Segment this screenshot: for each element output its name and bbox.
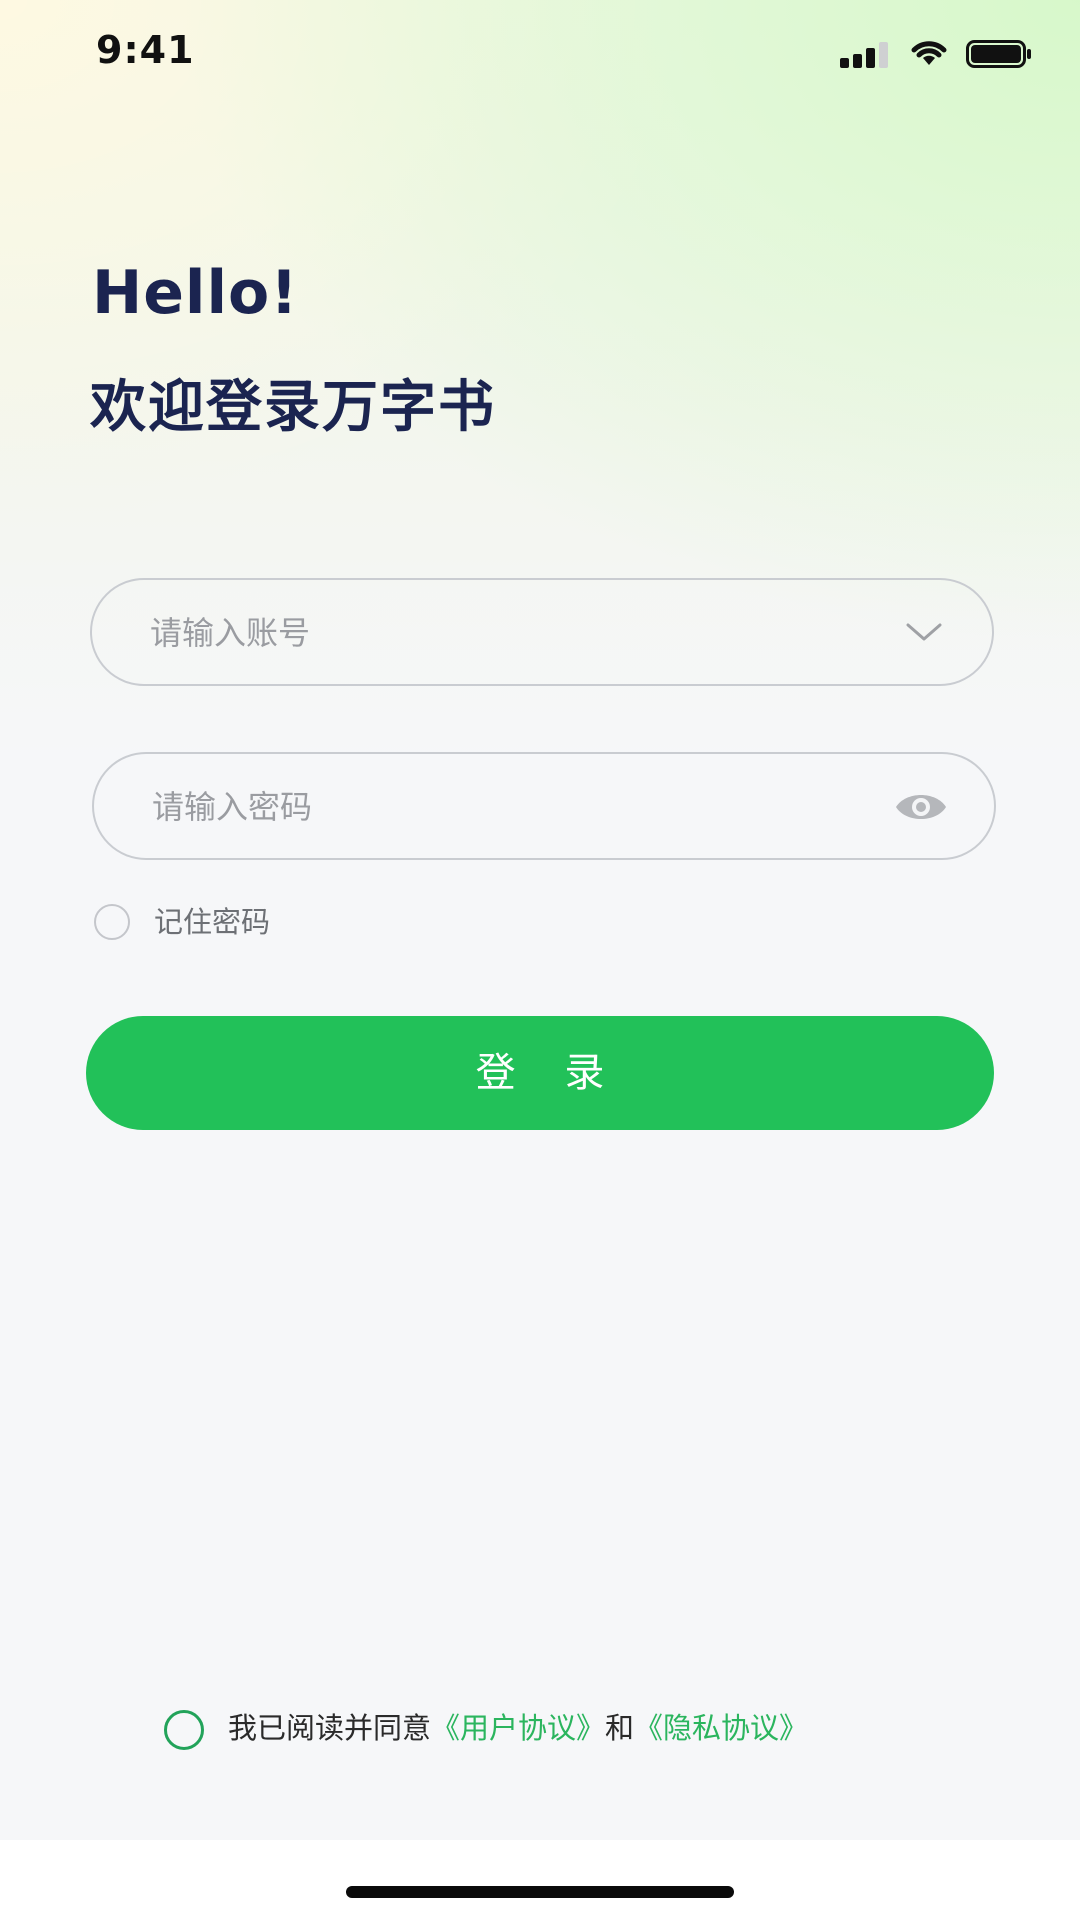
- bottom-safe-area: [0, 1840, 1080, 1920]
- battery-icon: [966, 40, 1031, 68]
- account-field[interactable]: [90, 578, 994, 686]
- home-indicator: [346, 1886, 734, 1898]
- eye-icon[interactable]: [894, 788, 948, 826]
- login-button[interactable]: 登 录: [86, 1016, 994, 1130]
- password-input[interactable]: [150, 754, 854, 860]
- status-icons: [840, 40, 1040, 70]
- remember-label: 记住密码: [154, 905, 271, 939]
- signal-icon: [840, 40, 892, 68]
- chevron-down-icon[interactable]: [902, 612, 946, 652]
- remember-radio-icon[interactable]: [94, 904, 130, 940]
- agreement-radio-icon[interactable]: [164, 1710, 204, 1750]
- agreement-conjunction: 和: [605, 1711, 635, 1745]
- status-time: 9:41: [96, 28, 195, 72]
- agreement-prefix: 我已阅读并同意: [228, 1711, 432, 1745]
- account-input[interactable]: [148, 580, 852, 686]
- privacy-agreement-link[interactable]: 《隐私协议》: [634, 1711, 808, 1745]
- user-agreement-link[interactable]: 《用户协议》: [431, 1711, 605, 1745]
- greeting-title: Hello!: [92, 258, 299, 328]
- welcome-subtitle: 欢迎登录万字书: [90, 375, 496, 440]
- password-field[interactable]: [92, 752, 996, 860]
- wifi-icon: [911, 41, 947, 65]
- agreement-text: 我已阅读并同意《用户协议》和《隐私协议》: [228, 1706, 808, 1750]
